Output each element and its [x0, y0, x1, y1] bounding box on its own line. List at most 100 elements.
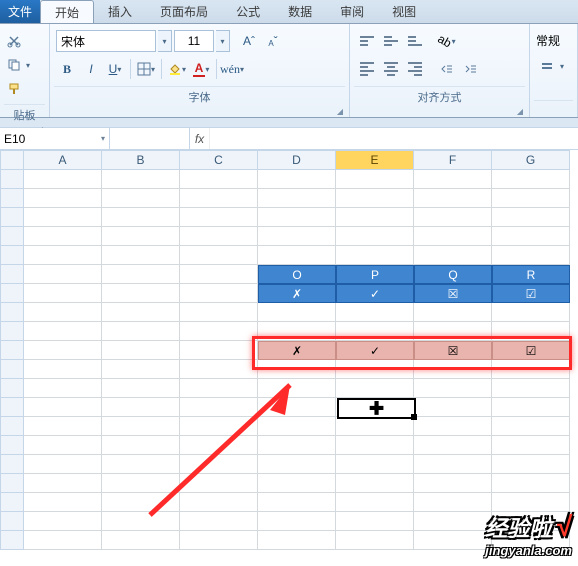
copy-icon[interactable]: [6, 57, 22, 73]
fx-icon[interactable]: fx: [190, 128, 210, 149]
row-hdr[interactable]: [0, 246, 24, 265]
formula-bar: E10 ▾ fx: [0, 128, 578, 150]
table-header[interactable]: Q: [414, 265, 492, 284]
align-launcher-icon[interactable]: ◢: [354, 107, 525, 117]
col-hdr-e[interactable]: E: [336, 150, 414, 170]
align-middle-icon[interactable]: [380, 30, 402, 52]
table-cell[interactable]: ✓: [336, 341, 414, 360]
table-cell[interactable]: ✗: [258, 284, 336, 303]
ribbon-divider: [0, 118, 578, 128]
group-align: ab▾ 对齐方式 ◢: [350, 24, 530, 117]
font-size-dropdown-icon[interactable]: ▾: [216, 30, 230, 52]
font-name-dropdown-icon[interactable]: ▾: [158, 30, 172, 52]
font-color-icon[interactable]: A▾: [190, 58, 212, 80]
align-right-icon[interactable]: [404, 58, 426, 80]
active-cell[interactable]: ✚: [337, 398, 416, 419]
borders-icon[interactable]: ▾: [135, 58, 157, 80]
row-hdr[interactable]: [0, 170, 24, 189]
tab-home[interactable]: 开始: [40, 0, 94, 23]
copy-dropdown-icon[interactable]: ▾: [26, 61, 30, 70]
bold-button[interactable]: B: [56, 58, 78, 80]
col-hdr-c[interactable]: C: [180, 150, 258, 170]
align-center-icon[interactable]: [380, 58, 402, 80]
fill-color-icon[interactable]: ▾: [166, 58, 188, 80]
align-bottom-icon[interactable]: [404, 30, 426, 52]
fill-handle[interactable]: [411, 414, 417, 420]
table-cell[interactable]: ☒: [414, 341, 492, 360]
increase-indent-icon[interactable]: [460, 58, 482, 80]
row-hdr[interactable]: [0, 265, 24, 284]
table-header[interactable]: R: [492, 265, 570, 284]
cell[interactable]: [24, 170, 102, 189]
name-box-dropdown-icon[interactable]: ▾: [101, 134, 105, 143]
row-hdr[interactable]: [0, 531, 24, 550]
row-hdr[interactable]: [0, 512, 24, 531]
cell[interactable]: [102, 170, 180, 189]
row-hdr[interactable]: [0, 474, 24, 493]
row-hdr[interactable]: [0, 379, 24, 398]
align-top-icon[interactable]: [356, 30, 378, 52]
tab-insert[interactable]: 插入: [94, 0, 146, 23]
cell[interactable]: [414, 170, 492, 189]
grow-font-icon[interactable]: Aˆ: [238, 30, 260, 52]
select-all-corner[interactable]: [0, 150, 24, 170]
row-hdr[interactable]: [0, 493, 24, 512]
row-hdr[interactable]: [0, 208, 24, 227]
table-header[interactable]: O: [258, 265, 336, 284]
tab-file[interactable]: 文件: [0, 0, 40, 23]
tab-formula[interactable]: 公式: [222, 0, 274, 23]
table-cell[interactable]: ✓: [336, 284, 414, 303]
tab-data[interactable]: 数据: [274, 0, 326, 23]
accounting-format-icon[interactable]: [536, 55, 558, 77]
tab-layout[interactable]: 页面布局: [146, 0, 222, 23]
align-left-icon[interactable]: [356, 58, 378, 80]
row-hdr[interactable]: [0, 322, 24, 341]
row-hdr[interactable]: [0, 189, 24, 208]
checkmark-icon: √: [555, 511, 570, 543]
name-box[interactable]: E10 ▾: [0, 128, 110, 149]
underline-button[interactable]: U▾: [104, 58, 126, 80]
decrease-indent-icon[interactable]: [436, 58, 458, 80]
row-hdr[interactable]: [0, 341, 24, 360]
cell[interactable]: [258, 170, 336, 189]
col-hdr-a[interactable]: A: [24, 150, 102, 170]
font-launcher-icon[interactable]: ◢: [54, 107, 345, 117]
accounting-dropdown-icon[interactable]: ▾: [560, 62, 564, 71]
cell[interactable]: [180, 170, 258, 189]
group-clipboard-title: 贴板: [4, 104, 45, 125]
tab-review[interactable]: 审阅: [326, 0, 378, 23]
phonetic-icon[interactable]: wén▾: [221, 58, 243, 80]
row-hdr[interactable]: [0, 455, 24, 474]
italic-button[interactable]: I: [80, 58, 102, 80]
cut-icon[interactable]: [6, 33, 22, 49]
col-hdr-g[interactable]: G: [492, 150, 570, 170]
font-name-select[interactable]: 宋体: [56, 30, 156, 52]
row-hdr[interactable]: [0, 284, 24, 303]
formula-input[interactable]: [210, 128, 578, 149]
col-hdr-f[interactable]: F: [414, 150, 492, 170]
ribbon-tabs: 文件 开始 插入 页面布局 公式 数据 审阅 视图: [0, 0, 578, 24]
orientation-icon[interactable]: ab▾: [436, 30, 458, 52]
table-cell[interactable]: ✗: [258, 341, 336, 360]
col-hdr-d[interactable]: D: [258, 150, 336, 170]
table-cell[interactable]: ☑: [492, 341, 570, 360]
tab-view[interactable]: 视图: [378, 0, 430, 23]
font-size-select[interactable]: 11: [174, 30, 214, 52]
format-painter-icon[interactable]: [6, 81, 22, 97]
shrink-font-icon[interactable]: Aˇ: [262, 30, 284, 52]
table-cell[interactable]: ☑: [492, 284, 570, 303]
group-font-title: 字体: [54, 86, 345, 107]
cell[interactable]: [336, 170, 414, 189]
row-hdr[interactable]: [0, 417, 24, 436]
row-hdr[interactable]: [0, 360, 24, 379]
row-hdr[interactable]: [0, 303, 24, 322]
col-hdr-b[interactable]: B: [102, 150, 180, 170]
number-format-select[interactable]: 常规: [536, 30, 571, 49]
row-hdr[interactable]: [0, 398, 24, 417]
row-hdr[interactable]: [0, 436, 24, 455]
table-header[interactable]: P: [336, 265, 414, 284]
watermark: 经验啦 √ jingyanla.com: [485, 511, 572, 558]
cell[interactable]: [492, 170, 570, 189]
row-hdr[interactable]: [0, 227, 24, 246]
table-cell[interactable]: ☒: [414, 284, 492, 303]
